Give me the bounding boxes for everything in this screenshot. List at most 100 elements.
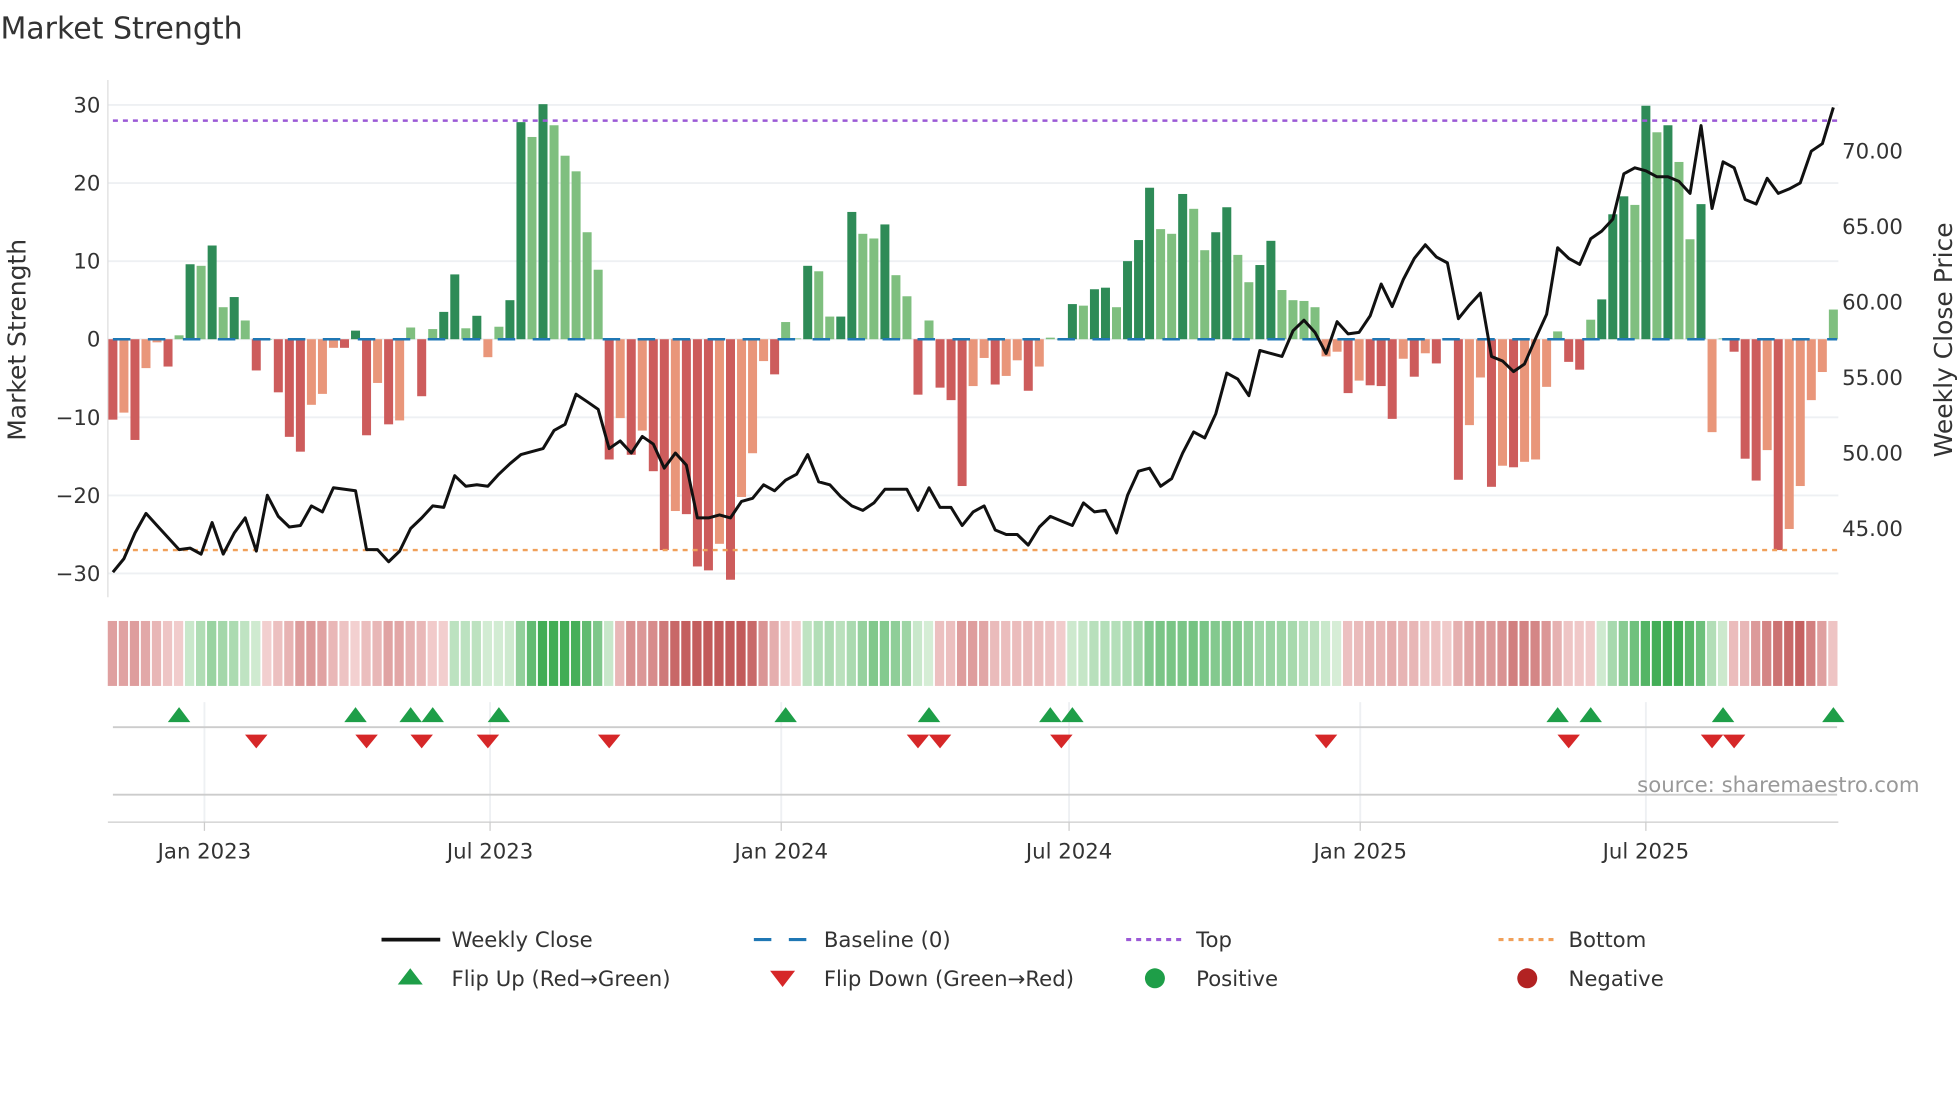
heat-cell (1089, 620, 1099, 686)
heat-cell (273, 620, 283, 686)
legend-item: Flip Down (Green→Red) (770, 967, 1074, 992)
negative-bar (1453, 339, 1463, 480)
heat-cell (626, 620, 636, 686)
negative-bar (284, 339, 294, 437)
heat-cell (416, 620, 426, 686)
positive-bar (1828, 309, 1838, 340)
negative-bar (1365, 339, 1375, 386)
negative-bar (913, 339, 923, 395)
positive-bar (1641, 105, 1651, 340)
heat-cell (1497, 620, 1507, 686)
heat-cell (979, 620, 989, 686)
heat-cell (1342, 620, 1353, 686)
legend-item: Positive (1144, 967, 1278, 992)
positive-bar (924, 320, 934, 340)
heat-cell (1265, 620, 1276, 686)
negative-bar (759, 339, 769, 362)
heat-cell (1530, 620, 1540, 686)
negative-bar (1001, 339, 1011, 376)
heat-cell (1023, 620, 1033, 686)
heat-cell (593, 620, 603, 686)
x-axis-ticks: Jan 2023 Jul 2023 Jan 2024 Jul 2024 Jan 2025… (156, 822, 1689, 864)
negative-bar (1740, 339, 1750, 459)
heat-cell (1144, 620, 1154, 686)
x-tick-label: Jan 2023 (156, 839, 252, 864)
heat-cell (1287, 620, 1298, 686)
y2-tick-label: 55.00 (1842, 366, 1903, 391)
heat-cell (1618, 620, 1628, 686)
heat-cell (1354, 620, 1364, 686)
heat-cell (1398, 620, 1408, 686)
heat-cell (1563, 620, 1573, 686)
heat-cell (306, 620, 316, 686)
flip-down-marker (245, 734, 268, 749)
negative-bar (251, 339, 261, 371)
reference-lines (112, 119, 1838, 552)
heat-cell (1673, 620, 1684, 686)
positive-bar (439, 311, 449, 340)
x-tick-label: Jul 2024 (1024, 839, 1112, 864)
positive-bar (593, 269, 603, 340)
negative-bar (1332, 339, 1342, 352)
heat-cell (1464, 620, 1474, 686)
positive-bar (1652, 132, 1662, 340)
heat-cell (1221, 620, 1231, 686)
negative-bar (737, 339, 747, 497)
legend-item: Baseline (0) (753, 928, 951, 953)
negative-bar (1806, 339, 1816, 401)
heat-cell (1486, 620, 1496, 686)
negative-bar (1376, 339, 1386, 387)
y2-tick-label: 70.00 (1842, 140, 1903, 165)
negative-bar (108, 339, 118, 420)
heat-cell (1012, 620, 1022, 686)
heat-cell (1508, 620, 1518, 686)
flip-up-marker (1039, 707, 1062, 723)
negative-bar (1475, 339, 1485, 378)
heat-cell (1298, 620, 1309, 686)
heat-cell (1552, 620, 1562, 686)
positive-bar (1189, 208, 1199, 340)
heat-cell (1045, 620, 1055, 686)
negative-bar (725, 339, 735, 580)
negative-bar (681, 339, 691, 515)
flip-up-marker (1822, 707, 1845, 723)
heat-cell (1365, 620, 1375, 686)
strength-bars (108, 104, 1838, 580)
heat-cell (559, 620, 570, 686)
positive-bar (880, 224, 890, 340)
y2-tick-label: 50.00 (1842, 442, 1903, 467)
heat-cell (218, 620, 228, 686)
heat-cell (1695, 620, 1706, 686)
heat-cell (868, 620, 878, 686)
flip-up-marker (1546, 707, 1569, 723)
heat-cell (460, 620, 470, 686)
heat-cell (1034, 620, 1044, 686)
heat-cell (1817, 620, 1827, 686)
heat-cell (262, 620, 272, 686)
heat-cell (1717, 620, 1728, 686)
positive-bar (185, 264, 195, 340)
positive-bar (891, 275, 901, 340)
heat-cell (140, 620, 151, 686)
heat-cell (846, 620, 856, 686)
positive-bar (505, 300, 515, 340)
positive-bar (1134, 240, 1144, 340)
negative-bar (1486, 339, 1496, 487)
positive-bar (218, 307, 228, 340)
heat-cell (890, 620, 901, 686)
negative-bar (637, 339, 647, 431)
negative-bar (1795, 339, 1805, 487)
y-tick-label: 20 (73, 172, 100, 197)
heat-cell (1001, 620, 1011, 686)
flip-down-marker (597, 734, 621, 749)
heat-cell (1420, 620, 1430, 686)
heat-cell (1376, 620, 1386, 686)
negative-bar (339, 339, 349, 348)
heat-cell (1751, 620, 1761, 686)
positive-bar (1178, 193, 1188, 340)
legend-item: Top (1126, 928, 1232, 953)
negative-bar (957, 339, 967, 487)
heat-cell (725, 620, 735, 686)
positive-bar (902, 296, 912, 340)
negative-bar (1387, 339, 1397, 419)
